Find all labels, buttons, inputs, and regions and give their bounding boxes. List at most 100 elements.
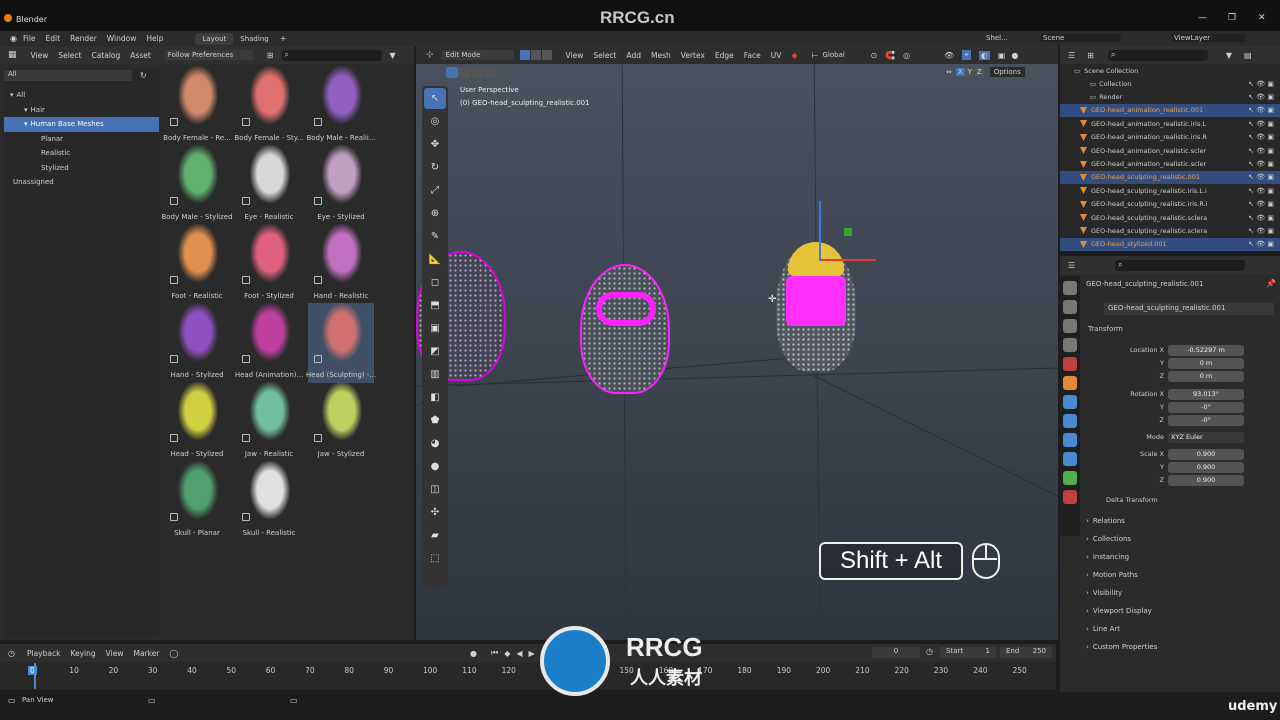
menu-window[interactable]: Window — [107, 34, 137, 43]
outliner-row[interactable]: GEO-head_stylized.001 ↖ 👁 ▣ — [1060, 237, 1280, 252]
asset-thumbnail[interactable]: Head (Sculpting) -... — [306, 303, 376, 383]
asset-menu-catalog[interactable]: Catalog — [91, 51, 120, 60]
shear-tool-icon[interactable]: ▰ — [424, 525, 446, 546]
visibility-toggle-icon[interactable]: ↖ 👁 ▣ — [1248, 133, 1274, 141]
gizmo-x-axis[interactable] — [821, 259, 876, 261]
transform-tool-icon[interactable]: ⊕ — [424, 203, 446, 224]
move-tool-icon[interactable]: ✥ — [424, 134, 446, 155]
view-layer-tab-icon[interactable] — [1063, 338, 1077, 352]
tab-layout[interactable]: Layout — [195, 32, 234, 45]
catalog-item[interactable]: Realistic — [4, 146, 159, 161]
constraints-tab-icon[interactable] — [1063, 452, 1077, 466]
library-dropdown[interactable]: All — [4, 69, 132, 81]
data-tab-icon[interactable] — [1063, 471, 1077, 485]
xray-icon[interactable]: ▣ — [998, 51, 1006, 60]
select-box-tool-icon[interactable]: ↖ — [424, 88, 446, 109]
output-tab-icon[interactable] — [1063, 319, 1077, 333]
particles-tab-icon[interactable] — [1063, 414, 1077, 428]
close-icon[interactable]: ✕ — [1258, 13, 1266, 23]
options-dropdown[interactable]: Options — [989, 67, 1025, 77]
outliner-row[interactable]: GEO-head_animation_realistic.scler ↖ 👁 ▣ — [1060, 144, 1280, 157]
outliner-row[interactable]: GEO-head_sculpting_realistic.001 ↖ 👁 ▣ — [1060, 170, 1280, 185]
editor-type-icon[interactable]: ▦ — [8, 50, 17, 60]
rotation-mode-dropdown[interactable]: XYZ Euler — [1168, 432, 1244, 443]
property-section-header[interactable]: › Viewport Display — [1086, 602, 1276, 620]
menu-edit[interactable]: Edit — [46, 34, 61, 43]
refresh-icon[interactable]: ↻ — [140, 71, 147, 80]
outliner-search-input[interactable]: ⌕ — [1107, 49, 1208, 61]
outliner-row[interactable]: GEO-head_sculpting_realistic.sclera ↖ 👁 ▣ — [1060, 211, 1280, 224]
modifier-tab-icon[interactable] — [1063, 395, 1077, 409]
edge-select-icon[interactable] — [530, 50, 541, 60]
visibility-toggle-icon[interactable]: ↖ 👁 ▣ — [1248, 240, 1274, 248]
render-tab-icon[interactable] — [1063, 300, 1077, 314]
asset-menu-asset[interactable]: Asset — [130, 51, 151, 60]
cursor-tool-icon[interactable]: ◎ — [424, 111, 446, 132]
scale-tool-icon[interactable]: ⤢ — [424, 180, 446, 201]
asset-thumbnail[interactable]: Body Male - Realii... — [306, 66, 376, 146]
transform-panel-header[interactable]: Transform — [1088, 325, 1123, 333]
view-toggle-icon[interactable]: ⊞ — [267, 51, 274, 60]
asset-thumbnail[interactable]: Body Female - Sty... — [234, 66, 304, 146]
rotate-tool-icon[interactable]: ↻ — [424, 157, 446, 178]
rotation-z-field[interactable]: -0° — [1168, 415, 1244, 426]
property-section-header[interactable]: › Custom Properties — [1086, 638, 1276, 656]
menu-render[interactable]: Render — [70, 34, 97, 43]
inset-tool-icon[interactable]: ▣ — [424, 318, 446, 339]
catalog-item[interactable]: Stylized — [4, 161, 159, 176]
asset-thumbnail[interactable]: Head (Animation)... — [235, 303, 303, 383]
timeline-ruler[interactable]: 0102030405060708090100110120130140150160… — [0, 662, 1056, 690]
select-extend-icon[interactable] — [459, 67, 471, 78]
scene-field[interactable]: Scene — [1041, 34, 1121, 42]
visibility-toggle-icon[interactable]: ↖ 👁 ▣ — [1248, 147, 1274, 155]
outliner-row[interactable]: GEO-head_sculpting_realistic.iris.R.i ↖ 👁… — [1060, 198, 1280, 211]
timeline-menu-playback[interactable]: Playback — [27, 649, 60, 658]
asset-thumbnail[interactable]: Foot - Realistic — [164, 224, 230, 304]
play-icon[interactable]: ▶ — [529, 649, 535, 658]
gizmo-plane-handle[interactable] — [844, 228, 852, 236]
viewport-menu-edge[interactable]: Edge — [715, 51, 734, 60]
material-tab-icon[interactable] — [1063, 490, 1077, 504]
asset-thumbnail[interactable]: Skull - Planar — [164, 461, 230, 541]
scene-tab-icon[interactable] — [1063, 357, 1077, 371]
delta-transform-header[interactable]: Delta Transform — [1106, 496, 1158, 504]
property-section-header[interactable]: › Collections — [1086, 530, 1276, 548]
scene-collection-row[interactable]: ▭ Scene Collection — [1060, 64, 1280, 77]
menu-help[interactable]: Help — [146, 34, 163, 43]
add-workspace-icon[interactable]: + — [280, 34, 287, 43]
current-frame-field[interactable]: 0 — [872, 647, 920, 658]
edge-slide-tool-icon[interactable]: ◫ — [424, 479, 446, 500]
catalog-item[interactable]: ▾ All — [4, 88, 159, 103]
gizmo-z-axis[interactable] — [819, 201, 821, 261]
add-cube-tool-icon[interactable]: ◻ — [424, 272, 446, 293]
outliner-row[interactable]: GEO-head_sculpting_realistic.sclera ↖ 👁 ▣ — [1060, 224, 1280, 237]
viewport-editor-icon[interactable]: ⊹ — [426, 50, 434, 60]
location-y-field[interactable]: 0 m — [1168, 358, 1244, 369]
end-frame-field[interactable]: End 250 — [1000, 647, 1052, 658]
transform-orientation-icon[interactable]: ⊢ — [812, 51, 819, 60]
loop-cut-tool-icon[interactable]: ▥ — [424, 364, 446, 385]
scene-short[interactable]: Shel... — [986, 34, 1008, 42]
outliner-row[interactable]: GEO-head_animation_realistic.iris.R ↖ 👁 ▣ — [1060, 131, 1280, 144]
select-subtract-icon[interactable] — [472, 67, 484, 78]
properties-search-input[interactable]: ⌕ — [1115, 259, 1246, 271]
menu-file[interactable]: File — [23, 34, 36, 43]
asset-menu-view[interactable]: View — [31, 51, 49, 60]
viewport-menu-uv[interactable]: UV — [771, 51, 782, 60]
timeline-menu-view[interactable]: View — [106, 649, 124, 658]
playhead[interactable] — [34, 663, 36, 689]
outliner-row[interactable]: GEO-head_animation_realistic.scler ↖ 👁 ▣ — [1060, 157, 1280, 170]
visibility-toggle-icon[interactable]: ↖ 👁 ▣ — [1248, 187, 1274, 195]
rip-tool-icon[interactable]: ⬚ — [424, 548, 446, 569]
visibility-toggle-icon[interactable]: ↖ 👁 ▣ — [1248, 93, 1274, 101]
catalog-item[interactable]: Unassigned — [4, 175, 159, 190]
visibility-toggle-icon[interactable]: ↖ 👁 ▣ — [1248, 227, 1274, 235]
shading-solid-icon[interactable]: ● — [1011, 51, 1018, 60]
shrink-fatten-tool-icon[interactable]: ✣ — [424, 502, 446, 523]
visibility-toggle-icon[interactable]: ↖ 👁 ▣ — [1248, 106, 1274, 114]
outliner-editor-icon[interactable]: ☰ — [1068, 51, 1075, 60]
proportional-edit-icon[interactable]: ◎ — [903, 51, 910, 60]
property-section-header[interactable]: › Visibility — [1086, 584, 1276, 602]
catalog-item[interactable]: ▾ Human Base Meshes — [4, 117, 159, 132]
property-section-header[interactable]: › Instancing — [1086, 548, 1276, 566]
